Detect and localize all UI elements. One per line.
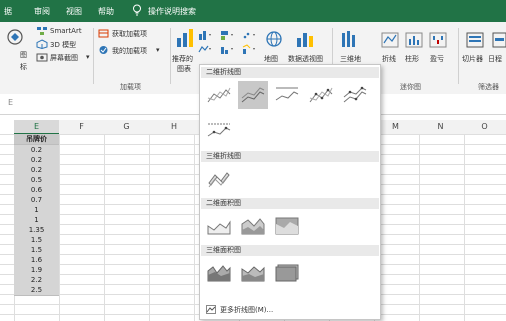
line-chart-icon	[206, 305, 216, 316]
ribbon-separator	[458, 28, 459, 84]
map-3d-icon[interactable]	[341, 30, 357, 50]
recommended-charts-label-1[interactable]: 推荐的	[172, 54, 193, 64]
smartart-button[interactable]: SmartArt	[50, 27, 82, 35]
screenshot-button[interactable]: 屏幕截图	[50, 53, 78, 63]
smartart-icon[interactable]	[36, 26, 48, 38]
globe-icon[interactable]	[265, 30, 283, 50]
chart-thumb-area[interactable]	[204, 212, 234, 240]
ribbon-tab-bar: 据 审阅 视图 帮助 操作说明搜索	[0, 0, 506, 22]
sparkline-column-button[interactable]: 柱形	[405, 54, 419, 64]
column-header-e[interactable]: E	[14, 120, 60, 135]
column-header-h[interactable]: H	[149, 120, 200, 135]
ribbon-fragment-1: 图	[20, 51, 27, 59]
tab-review[interactable]: 审阅	[34, 6, 50, 17]
timeline-icon[interactable]	[492, 32, 506, 50]
more-line-charts-link[interactable]: 更多折线图(M)...	[220, 305, 273, 315]
chart-thumb-3d-stacked-area[interactable]	[238, 259, 268, 287]
cell-header[interactable]: 吊牌价	[14, 134, 59, 145]
ribbon-separator	[170, 28, 171, 84]
pivot-chart-icon[interactable]	[296, 30, 314, 50]
chevron-down-icon[interactable]: ▾	[86, 53, 90, 61]
sparkline-column-icon[interactable]	[405, 32, 423, 50]
sparkline-line-button[interactable]: 折线	[382, 54, 396, 64]
addins-group-label: 加载项	[120, 83, 141, 91]
tab-help[interactable]: 帮助	[98, 6, 114, 17]
chart-thumb-3d-area[interactable]	[204, 259, 234, 287]
store-icon[interactable]	[98, 28, 109, 40]
section-3d-area: 三维面积图	[201, 245, 379, 256]
combo-chart-icon[interactable]	[242, 44, 256, 56]
model-3d-button[interactable]: 3D 模型	[50, 40, 76, 50]
my-addins-icon[interactable]	[98, 45, 109, 57]
section-2d-line: 二维折线图	[201, 67, 379, 78]
column-header-n[interactable]: N	[418, 120, 464, 135]
get-addins-button[interactable]: 获取加载项	[112, 29, 147, 39]
statistic-chart-icon[interactable]	[220, 44, 234, 56]
chart-thumb-100pct-line-markers[interactable]	[204, 117, 234, 145]
column-header-o[interactable]: O	[463, 120, 506, 135]
sparklines-group-label: 迷你图	[400, 83, 421, 91]
my-addins-button[interactable]: 我的加载项	[112, 46, 147, 56]
slicer-button[interactable]: 切片器	[462, 54, 483, 64]
slicer-icon[interactable]	[466, 32, 484, 50]
section-2d-area: 二维面积图	[201, 198, 379, 209]
recommended-charts-icon[interactable]	[176, 28, 194, 50]
chart-thumb-stacked-area[interactable]	[238, 212, 268, 240]
column-header-f[interactable]: F	[59, 120, 105, 135]
hierarchy-chart-icon[interactable]	[220, 30, 234, 42]
chart-thumb-line[interactable]	[204, 81, 234, 109]
line-chart-dropdown: 二维折线图 三维折线图 二维面积图 三维面积图 更多折线图(M)...	[199, 64, 381, 320]
column-chart-icon[interactable]	[198, 30, 212, 42]
map-3d-button[interactable]: 三维地	[340, 54, 361, 64]
pivot-chart-button[interactable]: 数据透视图	[288, 54, 323, 64]
maps-button[interactable]: 地图	[264, 54, 278, 64]
sparkline-winloss-button[interactable]: 盈亏	[430, 54, 444, 64]
chart-thumb-stacked-line-markers[interactable]	[340, 81, 370, 109]
screenshot-icon[interactable]	[36, 52, 48, 64]
icons-icon[interactable]	[6, 28, 24, 48]
recommended-charts-label-2[interactable]: 图表	[177, 64, 191, 74]
chart-thumb-3d-100pct-area[interactable]	[272, 259, 302, 287]
chevron-down-icon[interactable]: ▾	[156, 46, 160, 54]
chart-thumb-stacked-line[interactable]	[238, 81, 268, 109]
section-3d-line: 三维折线图	[201, 151, 379, 162]
column-header-g[interactable]: G	[104, 120, 150, 135]
cube-3d-icon[interactable]	[36, 39, 48, 51]
chart-thumb-3d-line[interactable]	[204, 165, 234, 193]
scatter-chart-icon[interactable]	[242, 30, 256, 42]
sparkline-line-icon[interactable]	[381, 32, 399, 50]
chart-thumb-100pct-stacked-area[interactable]	[272, 212, 302, 240]
lightbulb-icon	[132, 4, 142, 18]
chart-thumb-line-markers[interactable]	[306, 81, 336, 109]
cell[interactable]: 2.5	[14, 285, 59, 296]
tab-data[interactable]: 据	[4, 6, 12, 17]
ribbon-separator	[93, 28, 94, 84]
filters-group-label: 筛选器	[478, 83, 499, 91]
sparkline-winloss-icon[interactable]	[429, 32, 447, 50]
tell-me-search[interactable]: 操作说明搜索	[148, 6, 196, 17]
tab-view[interactable]: 视图	[66, 6, 82, 17]
name-box-fragment[interactable]: E	[8, 98, 13, 107]
ribbon-fragment-2: 标	[20, 63, 27, 71]
line-chart-icon[interactable]	[198, 44, 212, 56]
timeline-button[interactable]: 日程	[488, 54, 502, 64]
chart-thumb-100pct-stacked-line[interactable]	[272, 81, 302, 109]
